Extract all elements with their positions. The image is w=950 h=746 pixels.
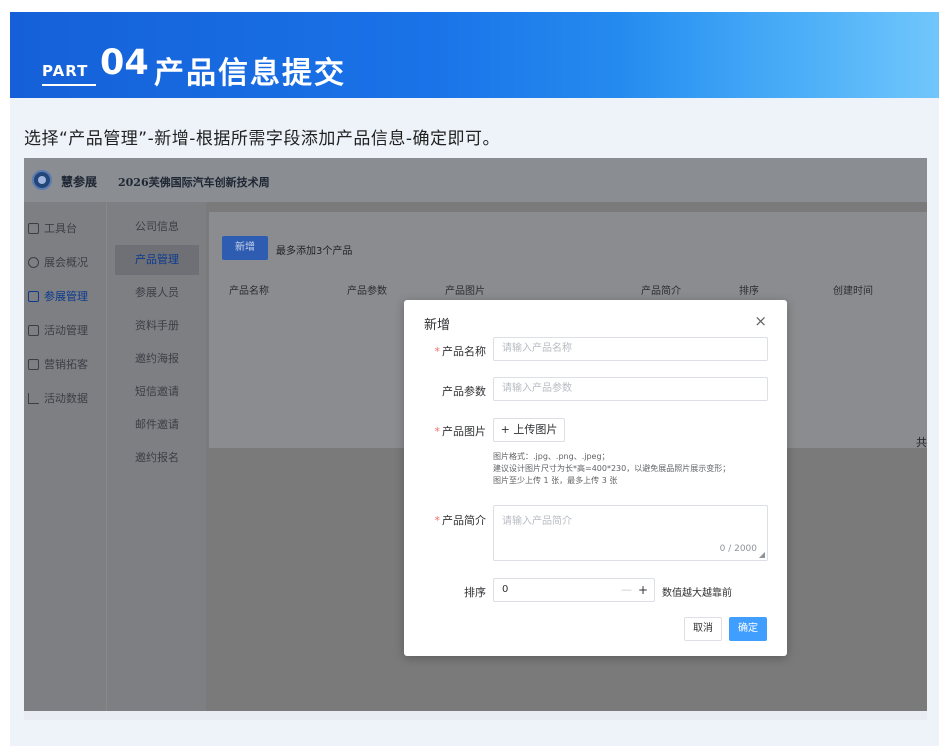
section-banner: PART 04 产品信息提交 [10, 12, 939, 98]
bar-chart-icon [28, 393, 39, 404]
briefcase-icon [28, 359, 39, 370]
subnav-sms-invite[interactable]: 短信邀请 [115, 377, 199, 407]
label-text: 产品图片 [442, 425, 486, 438]
product-intro-label: * 产品简介 [404, 512, 487, 528]
textarea-placeholder: 请输入产品简介 [502, 516, 572, 527]
gift-icon [28, 325, 39, 336]
cancel-button[interactable]: 取消 [684, 617, 722, 641]
product-name-label: * 产品名称 [404, 343, 487, 359]
pagination-total: 共 [916, 436, 927, 449]
list-icon [28, 291, 39, 302]
image-hint-count: 图片至少上传 1 张，最多上传 3 张 [493, 476, 618, 485]
brand-logo-icon [32, 170, 52, 190]
product-image-label: * 产品图片 [404, 423, 487, 439]
sort-label: 排序 [464, 586, 486, 599]
subnav-exhibitors[interactable]: 参展人员 [115, 278, 199, 308]
subnav-invite-signup[interactable]: 邀约报名 [115, 443, 199, 473]
col-product-params: 产品参数 [347, 286, 387, 297]
product-intro-textarea[interactable]: 请输入产品简介 0 / 2000 ◢ [493, 505, 768, 561]
secondary-sidebar: 公司信息 产品管理 参展人员 资料手册 邀约海报 短信邀请 邮件邀请 邀约报名 [106, 202, 206, 718]
sort-note: 数值越大越靠前 [662, 588, 732, 599]
nav-label: 工具台 [44, 222, 77, 235]
nav-marketing[interactable]: 营销拓客 [24, 348, 106, 382]
char-counter: 0 / 2000 [719, 544, 757, 554]
grid-icon [28, 223, 39, 234]
nav-expo-overview[interactable]: 展会概况 [24, 246, 106, 280]
banner-title: 产品信息提交 [154, 56, 346, 91]
label-text: 产品名称 [442, 345, 486, 358]
nav-label: 参展管理 [44, 290, 88, 303]
app-topbar: 慧参展 2026芙佛国际汽车创新技术周 [24, 158, 927, 202]
product-params-label: 产品参数 [442, 385, 486, 398]
sort-stepper[interactable]: 0 — + [493, 578, 655, 602]
upload-image-button[interactable]: + 上传图片 [493, 418, 565, 442]
banner-glow [619, 12, 939, 98]
subnav-handbook[interactable]: 资料手册 [115, 311, 199, 341]
screenshot-bottom-strip [24, 711, 927, 720]
banner-underline [42, 84, 96, 86]
required-mark: * [434, 514, 441, 527]
nav-label: 营销拓客 [44, 358, 88, 371]
nav-label: 活动数据 [44, 392, 88, 405]
primary-sidebar: 工具台 展会概况 参展管理 活动管理 营销拓客 活动数据 [24, 202, 106, 718]
instruction-caption: 选择“产品管理”-新增-根据所需字段添加产品信息-确定即可。 [24, 129, 501, 149]
add-limit-note: 最多添加3个产品 [276, 246, 353, 257]
nav-event-management[interactable]: 活动管理 [24, 314, 106, 348]
nav-label: 展会概况 [44, 256, 88, 269]
brand-name: 慧参展 [61, 175, 98, 189]
confirm-button[interactable]: 确定 [729, 617, 767, 641]
col-product-image: 产品图片 [445, 286, 485, 297]
col-created-time: 创建时间 [833, 286, 873, 297]
subnav-company-info[interactable]: 公司信息 [115, 212, 199, 242]
decrement-button[interactable]: — [621, 579, 632, 601]
dialog-title: 新增 [424, 318, 451, 333]
subnav-product-management[interactable]: 产品管理 [115, 245, 199, 275]
add-product-dialog: 新增 × * 产品名称 请输入产品名称 产品参数 请输入产品参数 * 产品图片 + … [404, 300, 787, 656]
increment-button[interactable]: + [638, 579, 648, 601]
nav-label: 活动管理 [44, 324, 88, 337]
product-name-input[interactable]: 请输入产品名称 [493, 337, 768, 361]
close-icon[interactable]: × [754, 312, 767, 330]
subnav-email-invite[interactable]: 邮件邀请 [115, 410, 199, 440]
clock-icon [28, 257, 39, 268]
nav-event-data[interactable]: 活动数据 [24, 382, 106, 416]
add-product-button[interactable]: 新增 [222, 236, 268, 260]
subnav-invite-poster[interactable]: 邀约海报 [115, 344, 199, 374]
banner-part-label: PART [42, 62, 89, 80]
app-screenshot: 慧参展 2026芙佛国际汽车创新技术周 工具台 展会概况 参展管理 活动管理 营… [24, 158, 927, 718]
col-sort: 排序 [739, 286, 759, 297]
product-params-input[interactable]: 请输入产品参数 [493, 377, 768, 401]
event-title: 2026芙佛国际汽车创新技术周 [118, 176, 270, 189]
col-product-name: 产品名称 [229, 286, 269, 297]
label-text: 产品简介 [442, 514, 486, 527]
nav-exhibit-management[interactable]: 参展管理 [24, 280, 106, 314]
banner-number: 04 [100, 43, 149, 83]
image-hint-format: 图片格式：.jpg、.png、.jpeg； [493, 452, 610, 461]
col-product-intro: 产品简介 [641, 286, 681, 297]
required-mark: * [434, 345, 441, 358]
required-mark: * [434, 425, 441, 438]
sort-value: 0 [502, 584, 509, 595]
resize-handle-icon[interactable]: ◢ [759, 550, 765, 559]
nav-workbench[interactable]: 工具台 [24, 212, 106, 246]
image-hint-size: 建议设计图片尺寸为长*高=400*230，以避免展品照片展示变形； [493, 464, 731, 473]
